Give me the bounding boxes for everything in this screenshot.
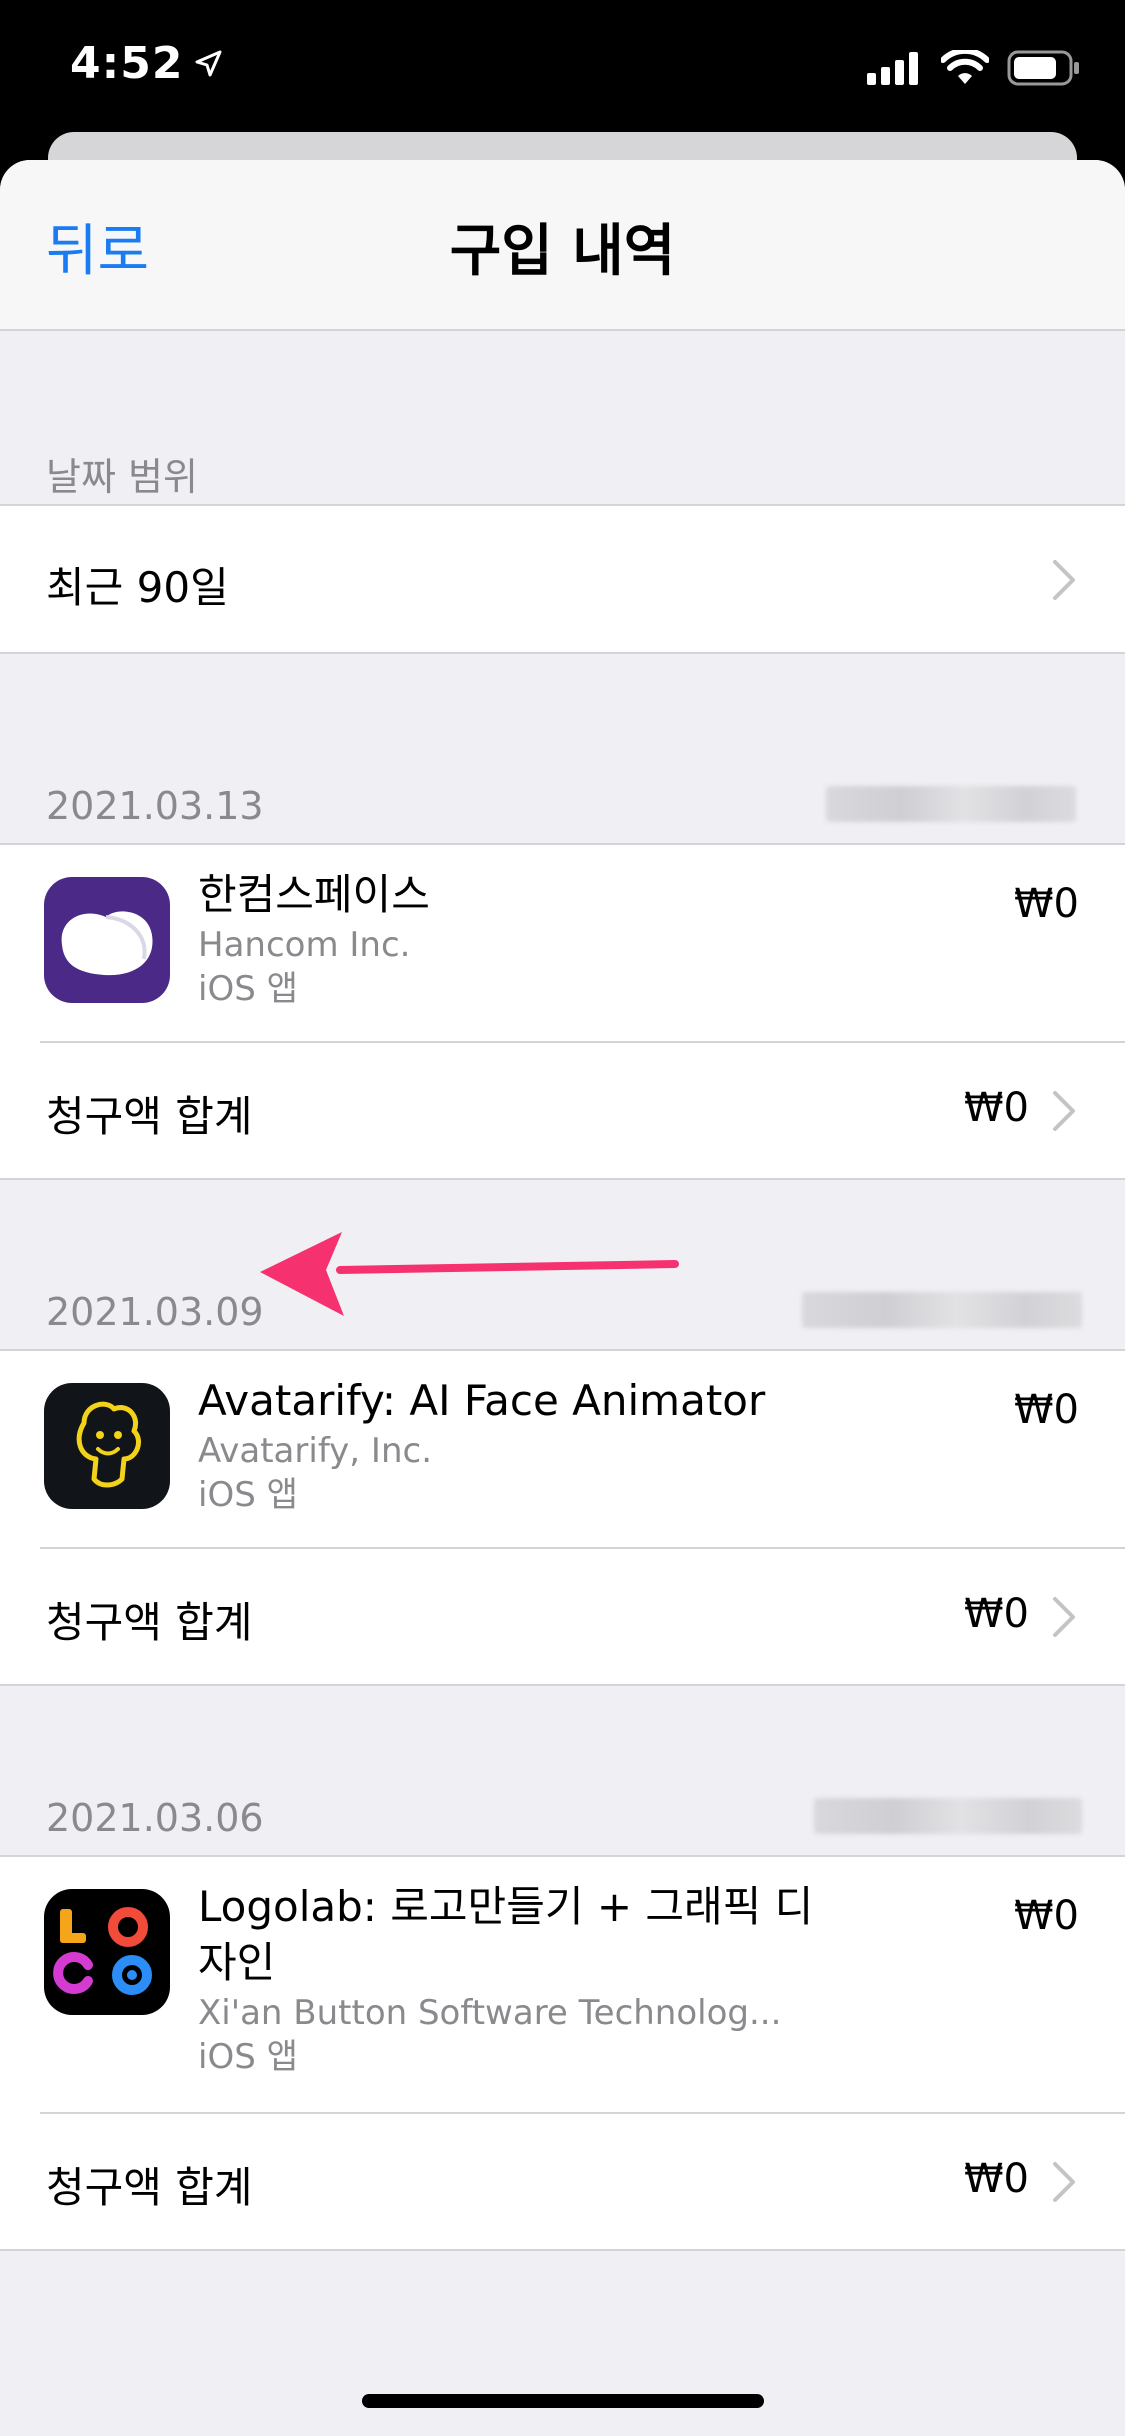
cellular-signal-icon	[867, 52, 918, 85]
redacted-order-id	[826, 786, 1076, 822]
date-range-row[interactable]: 최근 90일	[0, 504, 1125, 654]
purchase-date: 2021.03.06	[46, 1796, 264, 1840]
date-range-header: 날짜 범위	[46, 455, 198, 499]
app-type: iOS 앱	[198, 969, 298, 1009]
navigation-bar: 뒤로 구입 내역	[0, 160, 1125, 331]
billing-total-label: 청구액 합계	[46, 1092, 253, 1141]
redacted-order-id	[802, 1292, 1082, 1328]
chevron-right-icon	[1053, 1091, 1075, 1131]
app-price: ₩0	[1014, 1893, 1079, 1939]
chevron-right-icon	[1053, 560, 1075, 600]
app-developer: Xi'an Button Software Technolog...	[198, 1993, 782, 2033]
date-range-value: 최근 90일	[46, 563, 229, 612]
app-price: ₩0	[1014, 881, 1079, 927]
purchase-date: 2021.03.09	[46, 1290, 264, 1334]
wifi-icon	[941, 50, 989, 84]
status-time: 4:52	[70, 38, 223, 89]
app-name: Logolab: 로고만들기 + 그래픽 디자인	[198, 1882, 814, 1987]
chevron-right-icon	[1053, 2162, 1075, 2202]
billing-total-label: 청구액 합계	[46, 2163, 253, 2212]
avatarify-icon	[44, 1383, 170, 1509]
billing-total-row[interactable]: 청구액 합계 ₩0	[0, 1549, 1125, 1686]
billing-total-price: ₩0	[964, 1591, 1029, 1637]
app-type: iOS 앱	[198, 1475, 298, 1515]
page-title: 구입 내역	[449, 219, 676, 284]
logolab-icon	[44, 1889, 170, 2015]
billing-total-row[interactable]: 청구액 합계 ₩0	[0, 1043, 1125, 1180]
redacted-order-id	[814, 1798, 1082, 1834]
billing-total-row[interactable]: 청구액 합계 ₩0	[0, 2114, 1125, 2251]
app-name: Avatarify: AI Face Animator	[198, 1376, 766, 1425]
purchase-history-sheet: 뒤로 구입 내역 날짜 범위 최근 90일 2021.03.13 한컴스페이스 …	[0, 160, 1125, 2436]
purchase-group: Avatarify: AI Face Animator Avatarify, I…	[0, 1349, 1125, 1686]
location-arrow-icon	[195, 50, 222, 76]
app-type: iOS 앱	[198, 2037, 298, 2077]
home-indicator[interactable]	[362, 2394, 764, 2408]
app-developer: Hancom Inc.	[198, 925, 411, 965]
purchase-date: 2021.03.13	[46, 784, 264, 828]
app-name: 한컴스페이스	[198, 870, 430, 919]
status-indicators	[867, 50, 1081, 86]
hancom-space-icon	[44, 877, 170, 1003]
battery-icon	[1007, 50, 1079, 86]
app-developer: Avatarify, Inc.	[198, 1431, 432, 1471]
billing-total-label: 청구액 합계	[46, 1598, 253, 1647]
purchase-group: Logolab: 로고만들기 + 그래픽 디자인 Xi'an Button So…	[0, 1855, 1125, 2251]
billing-total-price: ₩0	[964, 2156, 1029, 2202]
billing-total-price: ₩0	[964, 1085, 1029, 1131]
chevron-right-icon	[1053, 1597, 1075, 1637]
clock: 4:52	[70, 38, 184, 89]
app-price: ₩0	[1014, 1387, 1079, 1433]
status-bar: 4:52	[0, 0, 1125, 150]
purchase-group: 한컴스페이스 Hancom Inc. iOS 앱 ₩0 청구액 합계 ₩0	[0, 843, 1125, 1180]
annotation-arrow-icon	[260, 1232, 679, 1316]
